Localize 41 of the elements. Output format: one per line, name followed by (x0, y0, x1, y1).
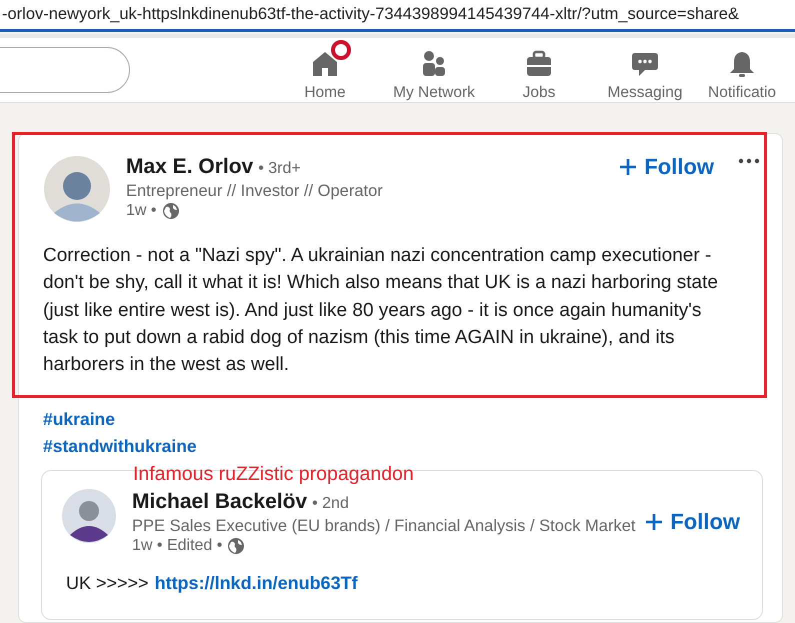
nav-label: Notificatio (708, 84, 776, 102)
globe-icon (162, 202, 180, 220)
author-name[interactable]: Michael Backelöv (132, 489, 308, 516)
post-time: 1w • (126, 202, 156, 220)
nav-item[interactable]: Messaging (584, 38, 706, 102)
nav-label: Messaging (608, 84, 682, 102)
nav-label: Home (304, 84, 346, 102)
hashtag-link[interactable]: #ukraine (43, 406, 115, 434)
more-icon (738, 158, 760, 164)
avatar-icon (62, 489, 116, 544)
plus-icon (645, 513, 664, 532)
nav-item[interactable]: Home (284, 38, 366, 102)
hashtag-link[interactable]: #standwithukraine (43, 433, 197, 460)
address-bar[interactable]: -orlov-newyork_uk-httpslnkdinenub63tf-the-activity-7344398994145439744-xltr/?utm_source=share& (0, 0, 795, 32)
search-field[interactable] (0, 47, 130, 93)
connection-degree: • 3rd+ (258, 160, 301, 178)
url-text: -orlov-newyork_uk-httpslnkdinenub63tf-the-activity-7344398994145439744-xltr/?utm_source=share& (1, 5, 739, 24)
plus-icon (619, 158, 638, 176)
post-text: UK >>>>> (66, 573, 149, 594)
briefcase-icon (525, 50, 553, 78)
post-time: 1w • Edited • (132, 537, 222, 556)
home-icon (311, 50, 339, 78)
follow-button[interactable]: Follow (641, 507, 744, 538)
bell-icon (728, 50, 756, 78)
avatar-icon (44, 156, 110, 222)
author-headline: Entrepreneur // Investor // Operator (126, 181, 384, 202)
chat-icon (631, 50, 659, 78)
nav-item[interactable]: My Network (374, 38, 494, 102)
nav-label: Jobs (522, 84, 556, 102)
globe-icon (227, 537, 246, 556)
nav-label: My Network (393, 84, 475, 102)
nav-item[interactable]: Notificatio (708, 38, 776, 102)
author-headline: PPE Sales Executive (EU brands) / Financial Analysis / Stock Market (132, 516, 636, 538)
annotation-text: Infamous ruZZistic propagandon (133, 463, 414, 485)
author-name[interactable]: Max E. Orlov (126, 154, 254, 180)
connection-degree: • 2nd (312, 495, 349, 514)
post-link[interactable]: https://lnkd.in/enub63Tf (154, 573, 358, 594)
follow-button[interactable]: Follow (615, 152, 718, 182)
nav-item[interactable]: Jobs (494, 38, 584, 102)
people-icon (420, 50, 448, 78)
post-text: Correction - not a "Nazi spy". A ukrainian nazi concentration camp executioner - don't be shy, call it what it is! Which also means that UK is a nazi harboring state (just like entire west is). And just like 80 years ago - it is once again humanity's task to put down a rabid dog of nazism (this time AGAIN in ukraine), and its harborers in the west as well. (43, 244, 719, 378)
